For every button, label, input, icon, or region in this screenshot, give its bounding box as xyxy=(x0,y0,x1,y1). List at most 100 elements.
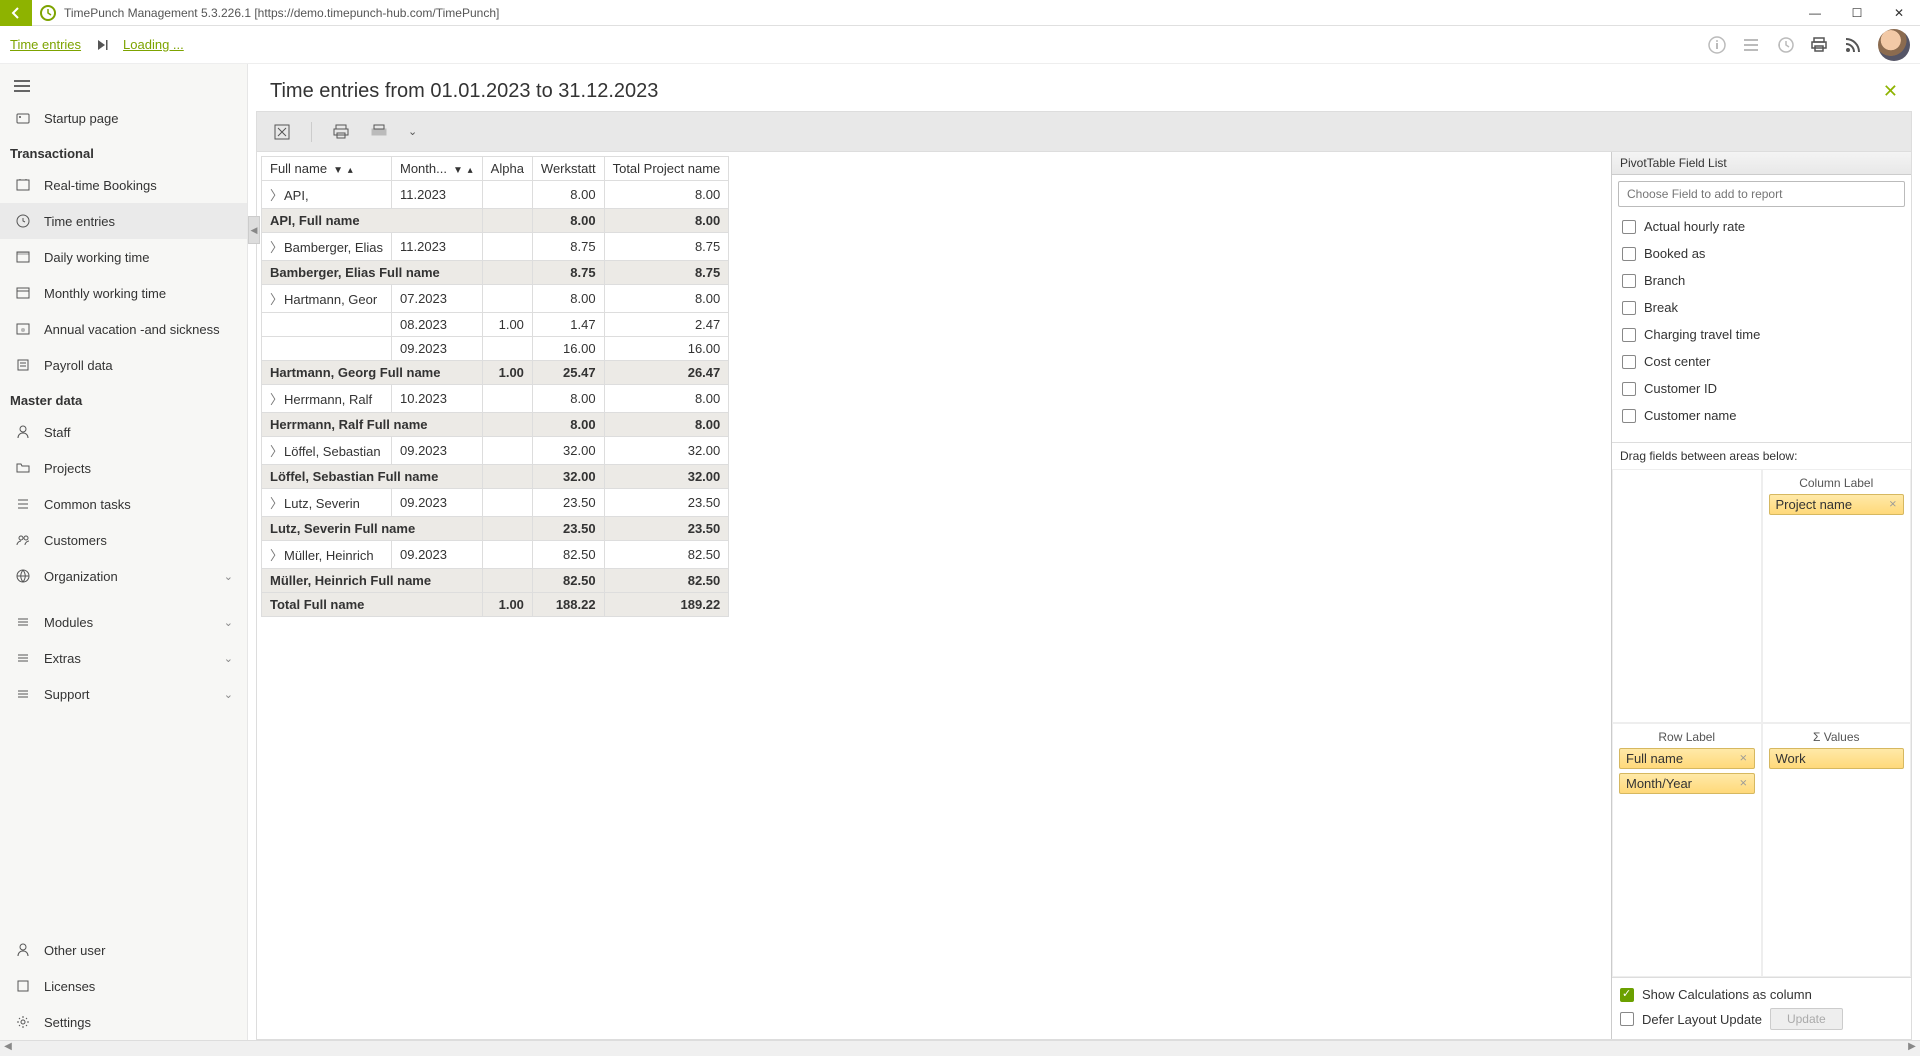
user-avatar[interactable] xyxy=(1878,29,1910,61)
show-calc-checkbox[interactable]: Show Calculations as column xyxy=(1620,984,1903,1005)
expand-icon[interactable]: 〉 xyxy=(270,289,280,308)
field-item[interactable]: Cost center xyxy=(1612,348,1911,375)
sidebar-item-daily[interactable]: Daily working time xyxy=(0,239,247,275)
remove-chip-icon[interactable]: ⨯ xyxy=(1739,778,1747,789)
remove-chip-icon[interactable]: ⨯ xyxy=(1889,499,1897,510)
table-row[interactable]: 〉Hartmann, Geor07.20238.008.00 xyxy=(262,285,729,313)
hamburger-button[interactable] xyxy=(0,72,247,100)
col-total[interactable]: Total Project name xyxy=(604,157,729,181)
defer-layout-checkbox[interactable]: Defer Layout Update Update xyxy=(1620,1005,1903,1033)
remove-chip-icon[interactable]: ⨯ xyxy=(1739,753,1747,764)
table-row[interactable]: 〉Bamberger, Elias11.20238.758.75 xyxy=(262,233,729,261)
field-list-scroll[interactable]: Actual hourly rateBooked asBranchBreakCh… xyxy=(1612,213,1911,443)
sidebar-item-realtime[interactable]: Real-time Bookings xyxy=(0,167,247,203)
sidebar-item-time-entries[interactable]: Time entries xyxy=(0,203,247,239)
field-item[interactable]: Branch xyxy=(1612,267,1911,294)
col-month[interactable]: Month...▼ ▴ xyxy=(392,157,483,181)
filter-sort-icon[interactable]: ▼ ▴ xyxy=(333,165,354,176)
table-row[interactable]: 〉Lutz, Severin09.202323.5023.50 xyxy=(262,489,729,517)
close-window-button[interactable]: ✕ xyxy=(1878,0,1920,26)
pivot-table-area[interactable]: Full name▼ ▴ Month...▼ ▴ Alpha Werkstatt… xyxy=(257,152,1611,1039)
table-row[interactable]: Lutz, Severin Full name23.5023.50 xyxy=(262,517,729,541)
expand-icon[interactable]: 〉 xyxy=(270,441,280,460)
table-row[interactable]: 〉Müller, Heinrich09.202382.5082.50 xyxy=(262,541,729,569)
maximize-button[interactable]: ☐ xyxy=(1836,0,1878,26)
field-item[interactable]: Break xyxy=(1612,294,1911,321)
sidebar-item-staff[interactable]: Staff xyxy=(0,414,247,450)
checkbox-off-icon[interactable] xyxy=(1622,220,1636,234)
chip-project-name[interactable]: Project name⨯ xyxy=(1769,494,1905,515)
breadcrumb-time-entries[interactable]: Time entries xyxy=(10,37,81,52)
print-options-dropdown[interactable]: ⌄ xyxy=(408,125,417,138)
history-icon[interactable] xyxy=(1772,32,1798,58)
minimize-button[interactable]: — xyxy=(1794,0,1836,26)
expand-icon[interactable]: 〉 xyxy=(270,389,280,408)
sidebar-item-customers[interactable]: Customers xyxy=(0,522,247,558)
export-excel-button[interactable] xyxy=(273,123,291,141)
field-item[interactable]: Customer ID xyxy=(1612,375,1911,402)
quick-print-button[interactable] xyxy=(370,123,388,141)
table-row[interactable]: 〉Herrmann, Ralf10.20238.008.00 xyxy=(262,385,729,413)
expand-icon[interactable]: 〉 xyxy=(270,545,280,564)
sidebar-item-organization[interactable]: Organization ⌄ xyxy=(0,558,247,594)
table-row[interactable]: 〉Löffel, Sebastian09.202332.0032.00 xyxy=(262,437,729,465)
sidebar-item-support[interactable]: Support ⌄ xyxy=(0,676,247,712)
info-icon[interactable] xyxy=(1704,32,1730,58)
update-button[interactable]: Update xyxy=(1770,1008,1843,1030)
checkbox-off-icon[interactable] xyxy=(1622,355,1636,369)
area-row-labels[interactable]: Row Label Full name⨯ Month/Year⨯ xyxy=(1612,723,1762,977)
table-row[interactable]: Total Full name1.00188.22189.22 xyxy=(262,593,729,617)
sidebar-item-extras[interactable]: Extras ⌄ xyxy=(0,640,247,676)
checkbox-off-icon[interactable] xyxy=(1622,274,1636,288)
checkbox-off-icon[interactable] xyxy=(1622,328,1636,342)
checkbox-off-icon[interactable] xyxy=(1622,247,1636,261)
table-row[interactable]: Bamberger, Elias Full name8.758.75 xyxy=(262,261,729,285)
table-row[interactable]: Müller, Heinrich Full name82.5082.50 xyxy=(262,569,729,593)
field-item[interactable]: Customer name xyxy=(1612,402,1911,429)
field-item[interactable]: Charging travel time xyxy=(1612,321,1911,348)
sidebar-collapse-handle[interactable]: ◀ xyxy=(248,216,260,244)
table-row[interactable]: Hartmann, Georg Full name1.0025.4726.47 xyxy=(262,361,729,385)
field-search-input[interactable] xyxy=(1618,181,1905,207)
list-icon[interactable] xyxy=(1738,32,1764,58)
print-button[interactable] xyxy=(332,123,350,141)
sidebar-item-licenses[interactable]: Licenses xyxy=(0,968,247,1004)
chip-full-name[interactable]: Full name⨯ xyxy=(1619,748,1755,769)
expand-icon[interactable]: 〉 xyxy=(270,237,280,256)
scroll-right-button[interactable]: ▶ xyxy=(1904,1041,1920,1056)
col-werkstatt[interactable]: Werkstatt xyxy=(532,157,604,181)
expand-icon[interactable]: 〉 xyxy=(270,185,280,204)
rss-icon[interactable] xyxy=(1840,32,1866,58)
sidebar-item-projects[interactable]: Projects xyxy=(0,450,247,486)
area-column-labels[interactable]: Column Label Project name⨯ xyxy=(1762,469,1912,723)
chip-month-year[interactable]: Month/Year⨯ xyxy=(1619,773,1755,794)
sidebar-item-common-tasks[interactable]: Common tasks xyxy=(0,486,247,522)
expand-icon[interactable]: 〉 xyxy=(270,493,280,512)
close-panel-button[interactable]: ✕ xyxy=(1883,81,1898,102)
sidebar-item-vacation[interactable]: Annual vacation -and sickness xyxy=(0,311,247,347)
area-values[interactable]: Σ Values Work xyxy=(1762,723,1912,977)
col-fullname[interactable]: Full name▼ ▴ xyxy=(262,157,392,181)
sidebar-item-other-user[interactable]: Other user xyxy=(0,932,247,968)
table-row[interactable]: 09.202316.0016.00 xyxy=(262,337,729,361)
table-row[interactable]: Herrmann, Ralf Full name8.008.00 xyxy=(262,413,729,437)
field-item[interactable]: Booked as xyxy=(1612,240,1911,267)
sidebar-item-settings[interactable]: Settings xyxy=(0,1004,247,1040)
checkbox-off-icon[interactable] xyxy=(1622,409,1636,423)
table-row[interactable]: 〉API,11.20238.008.00 xyxy=(262,181,729,209)
col-alpha[interactable]: Alpha xyxy=(482,157,532,181)
sidebar-item-modules[interactable]: Modules ⌄ xyxy=(0,604,247,640)
table-row[interactable]: API, Full name8.008.00 xyxy=(262,209,729,233)
table-row[interactable]: 08.20231.001.472.47 xyxy=(262,313,729,337)
area-report-filter[interactable] xyxy=(1612,469,1762,723)
chip-work[interactable]: Work xyxy=(1769,748,1905,769)
back-button[interactable] xyxy=(0,0,32,26)
filter-sort-icon[interactable]: ▼ ▴ xyxy=(453,165,474,176)
checkbox-off-icon[interactable] xyxy=(1622,382,1636,396)
print-icon[interactable] xyxy=(1806,32,1832,58)
field-item[interactable]: Actual hourly rate xyxy=(1612,213,1911,240)
sidebar-item-payroll[interactable]: Payroll data xyxy=(0,347,247,383)
checkbox-off-icon[interactable] xyxy=(1622,301,1636,315)
sidebar-item-monthly[interactable]: Monthly working time xyxy=(0,275,247,311)
breadcrumb-loading[interactable]: Loading ... xyxy=(123,37,184,52)
